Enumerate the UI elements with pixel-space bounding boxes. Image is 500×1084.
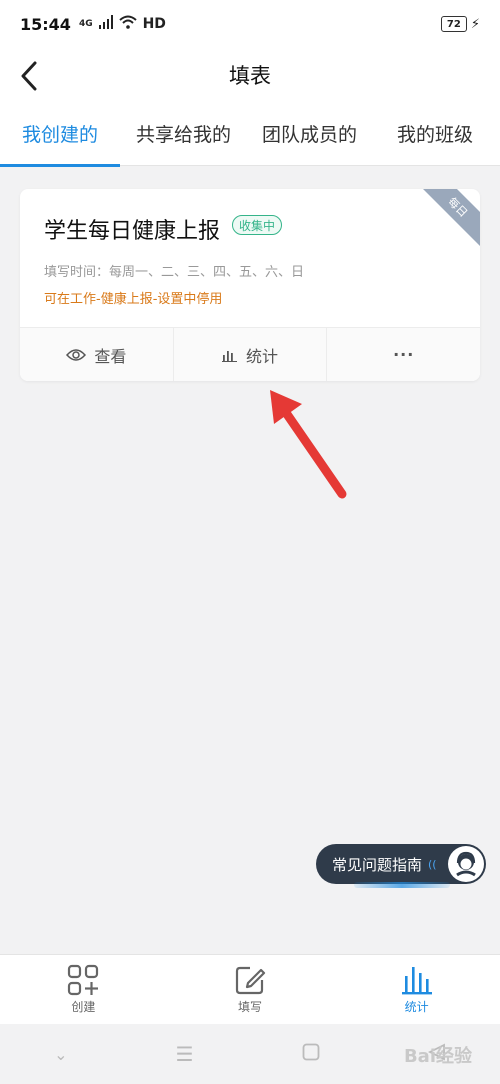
support-agent-icon <box>448 846 484 882</box>
status-time: 15:44 <box>20 14 71 34</box>
faq-guide-button[interactable]: 常见问题指南 (( <box>316 844 486 884</box>
nav-create-label: 创建 <box>71 1000 96 1014</box>
stats-label: 统计 <box>246 346 279 366</box>
charging-icon: ⚡ <box>470 16 480 32</box>
daily-ribbon: 每日 <box>414 189 480 251</box>
nav-stats[interactable]: 统计 <box>333 955 500 1024</box>
view-button[interactable]: 查看 <box>20 328 173 381</box>
status-right: 72 ⚡ <box>440 16 480 32</box>
nav-fill-label: 填写 <box>238 1000 263 1014</box>
wifi-icon <box>118 15 137 33</box>
tab-label: 团队成员的 <box>262 124 358 146</box>
tab-label: 共享给我的 <box>136 124 232 146</box>
eye-icon <box>66 348 87 361</box>
view-label: 查看 <box>94 346 127 366</box>
grid-plus-icon <box>68 964 99 996</box>
tab-bar: 我创建的 共享给我的 团队成员的 我的班级 <box>0 102 500 167</box>
bar-chart-icon <box>222 350 237 362</box>
tab-my-classes[interactable]: 我的班级 <box>397 102 473 166</box>
back-button[interactable] <box>20 56 50 96</box>
menu-icon[interactable]: ☰ <box>176 1042 194 1066</box>
red-arrow-annotation <box>270 390 347 499</box>
tab-label: 我的班级 <box>397 124 474 146</box>
card-actions: 查看 统计 ··· <box>20 327 480 381</box>
form-title: 学生每日健康上报 <box>44 219 221 244</box>
status-badge: 收集中 <box>232 215 283 235</box>
header: 填表 <box>0 48 500 102</box>
chevron-down-icon[interactable]: ⌄ <box>54 1045 67 1064</box>
more-label: ··· <box>393 345 415 364</box>
battery-icon: 72 <box>440 16 467 32</box>
tab-created-by-me[interactable]: 我创建的 <box>0 102 121 167</box>
home-icon[interactable] <box>302 1043 320 1065</box>
stats-button[interactable]: 统计 <box>172 328 327 381</box>
disable-hint-text: 可在工作-健康上报-设置中停用 <box>44 292 223 307</box>
nav-create[interactable]: 创建 <box>0 955 167 1024</box>
tab-team-members[interactable]: 团队成员的 <box>262 102 357 166</box>
status-bar: 15:44 4G HD 72 ⚡ <box>0 0 500 48</box>
edit-icon <box>235 966 266 995</box>
signal-icon: 4G <box>78 18 93 29</box>
watermark-logo: Bai经验 <box>403 1046 472 1067</box>
nav-stats-label: 统计 <box>404 1000 429 1014</box>
page-title: 填表 <box>229 64 271 88</box>
nav-fill[interactable]: 填写 <box>167 955 334 1024</box>
hd-label: HD <box>142 16 166 32</box>
faq-label: 常见问题指南 <box>332 855 423 874</box>
bar-chart-icon <box>401 967 432 995</box>
bottom-nav: 创建 填写 统计 <box>0 954 500 1024</box>
chevron-left-icon <box>21 61 37 91</box>
battery-level: 72 <box>446 18 461 30</box>
tab-label: 我创建的 <box>22 124 99 146</box>
fill-time-text: 填写时间：每周一、二、三、四、五、六、日 <box>44 265 305 280</box>
tab-shared-with-me[interactable]: 共享给我的 <box>136 102 231 166</box>
status-icons: 4G HD <box>79 15 166 33</box>
ribbon-label: 每日 <box>445 194 471 220</box>
faq-glow <box>354 882 450 888</box>
form-card[interactable]: 每日 学生每日健康上报 收集中 填写时间：每周一、二、三、四、五、六、日 可在工… <box>20 189 480 381</box>
sound-wave-icon: (( <box>428 857 437 871</box>
signal-bars-icon <box>98 15 113 33</box>
more-button[interactable]: ··· <box>326 328 480 381</box>
